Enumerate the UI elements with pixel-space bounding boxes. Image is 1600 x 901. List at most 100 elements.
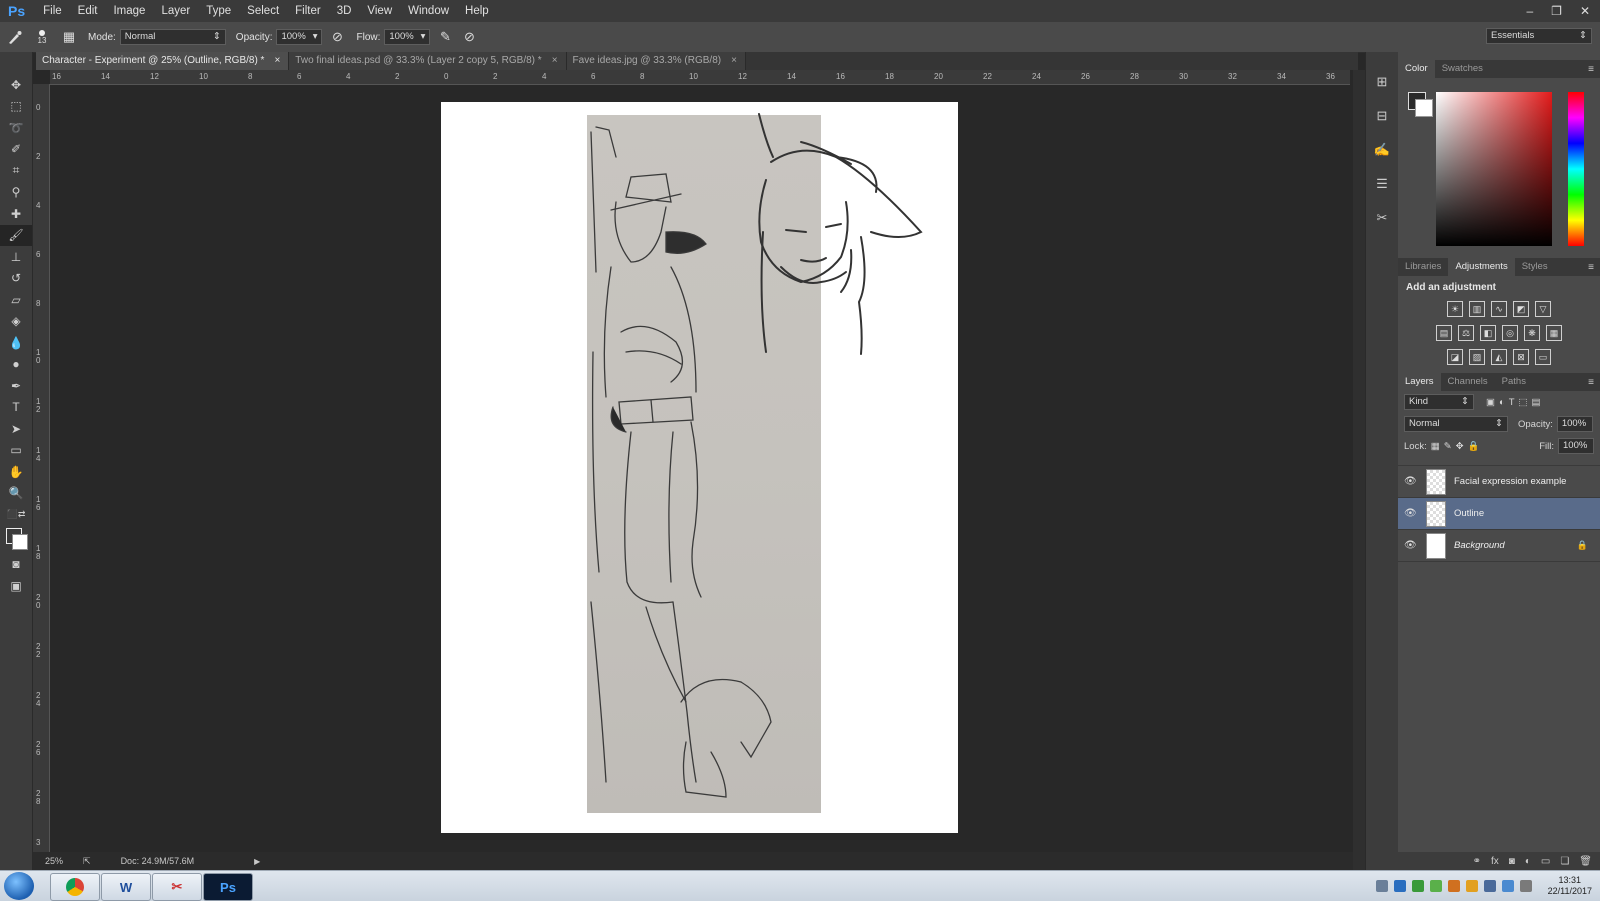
- menu-select[interactable]: Select: [239, 0, 287, 22]
- horizontal-ruler[interactable]: 16 14 12 10 8 6 4 2 0 2 4 6 8 10 12 14 16 18 20 22 24 26 28 30 3…: [50, 70, 1350, 85]
- tab-adjustments[interactable]: Adjustments: [1448, 258, 1515, 276]
- history-brush-tool-icon[interactable]: ↺: [0, 268, 32, 290]
- menu-3d[interactable]: 3D: [329, 0, 360, 22]
- tray-battery-icon[interactable]: [1501, 880, 1514, 892]
- volume-icon[interactable]: [1519, 880, 1532, 892]
- link-layers-icon[interactable]: ⚭: [1473, 856, 1481, 867]
- menu-layer[interactable]: Layer: [153, 0, 198, 22]
- marquee-tool-icon[interactable]: ⬚: [0, 96, 32, 118]
- tab-libraries[interactable]: Libraries: [1398, 258, 1448, 276]
- clock[interactable]: 13:31 22/11/2017: [1548, 875, 1592, 897]
- color-field[interactable]: [1436, 92, 1552, 246]
- brush-tool-icon[interactable]: 🖌: [0, 224, 32, 246]
- color-lookup-icon[interactable]: ▦: [1546, 325, 1562, 341]
- tools-settings-panel-icon[interactable]: ✂: [1366, 204, 1398, 232]
- channel-mixer-icon[interactable]: ❋: [1524, 325, 1540, 341]
- vibrance-icon[interactable]: ▽: [1535, 301, 1551, 317]
- photo-filter-icon[interactable]: ◎: [1502, 325, 1518, 341]
- pressure-opacity-icon[interactable]: ⊘: [328, 28, 346, 46]
- tab-channels[interactable]: Channels: [1441, 373, 1495, 391]
- menu-type[interactable]: Type: [198, 0, 239, 22]
- restore-button[interactable]: ❐: [1551, 4, 1562, 18]
- paint-bucket-tool-icon[interactable]: ◈: [0, 311, 32, 333]
- tray-antivirus-icon[interactable]: [1465, 880, 1478, 892]
- vertical-ruler[interactable]: 0 2 4 6 8 10 12 14 16 18 20 22 24 26 28 3: [33, 84, 50, 852]
- lock-all-icon[interactable]: 🔒: [1468, 441, 1480, 452]
- levels-icon[interactable]: ▥: [1469, 301, 1485, 317]
- tab-swatches[interactable]: Swatches: [1435, 60, 1490, 78]
- tray-tools-icon[interactable]: [1375, 880, 1388, 892]
- airbrush-icon[interactable]: ✎: [436, 28, 454, 46]
- tray-app-icon[interactable]: [1429, 880, 1442, 892]
- new-group-icon[interactable]: ▭: [1541, 856, 1550, 867]
- color-swatches[interactable]: [0, 526, 32, 554]
- chrome-taskbar-button[interactable]: [50, 873, 100, 901]
- brush-tool-preset-icon[interactable]: [6, 28, 24, 46]
- minimize-button[interactable]: –: [1526, 4, 1533, 18]
- filter-shape-icon[interactable]: ⬚: [1519, 397, 1528, 408]
- filter-pixel-icon[interactable]: ▣: [1486, 397, 1495, 408]
- exposure-icon[interactable]: ◩: [1513, 301, 1529, 317]
- lock-image-icon[interactable]: ✎: [1444, 441, 1452, 452]
- word-taskbar-button[interactable]: W: [101, 873, 151, 901]
- screen-mode-icon[interactable]: ▣: [0, 575, 32, 597]
- tab-layers[interactable]: Layers: [1398, 373, 1441, 391]
- photoshop-taskbar-button[interactable]: Ps: [203, 873, 253, 901]
- eye-icon[interactable]: 👁: [1404, 476, 1418, 487]
- status-menu-arrow-icon[interactable]: ▶: [254, 857, 260, 866]
- menu-edit[interactable]: Edit: [70, 0, 106, 22]
- quick-mask-icon[interactable]: ◙: [0, 554, 32, 576]
- tab-paths[interactable]: Paths: [1495, 373, 1533, 391]
- lock-position-icon[interactable]: ✥: [1456, 441, 1464, 452]
- dodge-tool-icon[interactable]: ●: [0, 354, 32, 376]
- healing-brush-tool-icon[interactable]: ✚: [0, 203, 32, 225]
- menu-help[interactable]: Help: [457, 0, 497, 22]
- blur-tool-icon[interactable]: 💧: [0, 332, 32, 354]
- hue-slider[interactable]: [1568, 92, 1584, 246]
- filter-smart-object-icon[interactable]: ▤: [1532, 397, 1541, 408]
- background-color-swatch[interactable]: [1415, 99, 1433, 117]
- zoom-level[interactable]: 25%: [45, 856, 63, 866]
- path-selection-tool-icon[interactable]: ➤: [0, 418, 32, 440]
- tab-fave-ideas[interactable]: Fave ideas.jpg @ 33.3% (RGB/8) ×: [566, 52, 746, 70]
- close-icon[interactable]: ×: [274, 52, 280, 70]
- brush-panel-icon[interactable]: ▦: [60, 28, 78, 46]
- vertical-scrollbar[interactable]: [1353, 70, 1365, 870]
- layer-opacity-input[interactable]: 100%: [1556, 416, 1593, 432]
- hand-tool-icon[interactable]: ✋: [0, 461, 32, 483]
- eyedropper-tool-icon[interactable]: ⚲: [0, 182, 32, 204]
- opacity-input[interactable]: 100% ▾: [276, 29, 323, 45]
- new-layer-icon[interactable]: ❏: [1560, 856, 1569, 867]
- layer-mask-icon[interactable]: ◙: [1509, 856, 1515, 867]
- tray-network-icon[interactable]: [1483, 880, 1496, 892]
- tool-presets-panel-icon[interactable]: ☰: [1366, 170, 1398, 198]
- pressure-size-icon[interactable]: ⊘: [460, 28, 478, 46]
- layer-outline[interactable]: 👁 Outline: [1398, 498, 1600, 530]
- mode-select[interactable]: Normal ⇕: [119, 29, 226, 45]
- adjustment-layer-icon[interactable]: ◐: [1525, 856, 1531, 867]
- invert-icon[interactable]: ◪: [1447, 349, 1463, 365]
- selective-color-icon[interactable]: ⊠: [1513, 349, 1529, 365]
- menu-filter[interactable]: Filter: [287, 0, 329, 22]
- export-icon[interactable]: ⇱: [83, 856, 91, 867]
- crop-tool-icon[interactable]: ⌗: [0, 160, 32, 182]
- tray-sync-icon[interactable]: [1411, 880, 1424, 892]
- eye-icon[interactable]: 👁: [1404, 540, 1418, 551]
- panel-menu-icon[interactable]: ≡: [1588, 262, 1594, 273]
- filter-adjustment-icon[interactable]: ◐: [1499, 397, 1505, 408]
- layer-background[interactable]: 👁 Background 🔒: [1398, 530, 1600, 562]
- threshold-icon[interactable]: ◭: [1491, 349, 1507, 365]
- move-tool-icon[interactable]: ✥: [0, 74, 32, 96]
- color-balance-icon[interactable]: ⚖: [1458, 325, 1474, 341]
- curves-icon[interactable]: ∿: [1491, 301, 1507, 317]
- panel-menu-icon[interactable]: ≡: [1588, 64, 1594, 75]
- menu-view[interactable]: View: [359, 0, 400, 22]
- lasso-tool-icon[interactable]: ➰: [0, 117, 32, 139]
- lock-transparency-icon[interactable]: ▦: [1431, 441, 1440, 452]
- layer-style-icon[interactable]: fx: [1491, 856, 1499, 867]
- zoom-tool-icon[interactable]: 🔍: [0, 483, 32, 505]
- menu-file[interactable]: File: [35, 0, 70, 22]
- trash-icon[interactable]: 🗑: [1579, 856, 1592, 867]
- tray-speaker-icon[interactable]: [1447, 880, 1460, 892]
- flow-input[interactable]: 100% ▾: [384, 29, 431, 45]
